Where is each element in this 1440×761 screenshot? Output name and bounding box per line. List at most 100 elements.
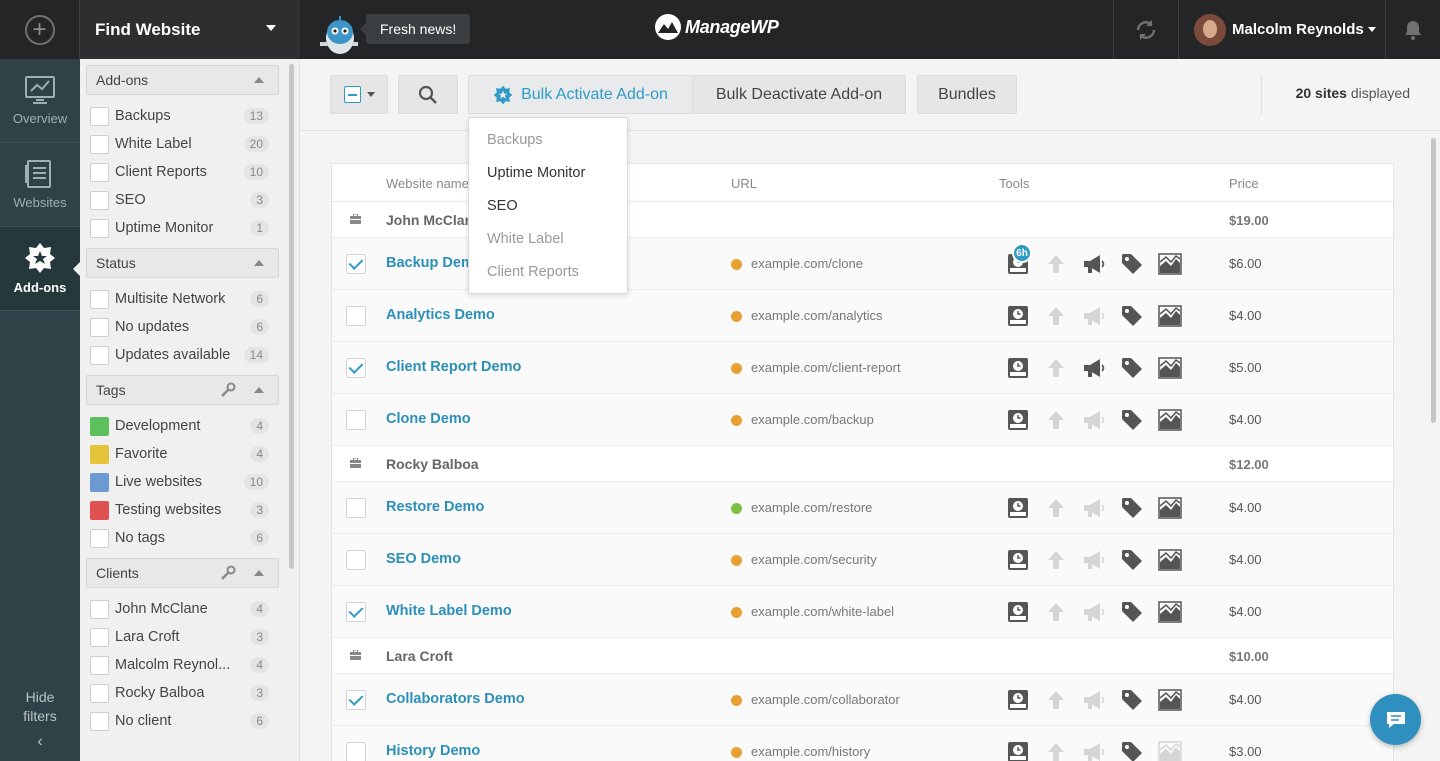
filter-checkbox[interactable]	[90, 134, 109, 154]
update-arrow-icon[interactable]	[1037, 407, 1075, 433]
analytics-chart-icon[interactable]	[1151, 355, 1189, 381]
tag-icon[interactable]	[1113, 547, 1151, 573]
caret-up-icon[interactable]	[254, 77, 264, 83]
analytics-chart-icon[interactable]	[1151, 251, 1189, 277]
tag-icon[interactable]	[1113, 687, 1151, 713]
website-name-link[interactable]: Clone Demo	[386, 411, 471, 427]
filter-item[interactable]: No client 6	[90, 707, 299, 735]
tag-icon[interactable]	[1113, 599, 1151, 625]
megaphone-icon[interactable]	[1075, 355, 1113, 381]
website-url[interactable]: example.com/restore	[751, 500, 872, 515]
website-name-link[interactable]: SEO Demo	[386, 551, 461, 567]
caret-up-icon[interactable]	[254, 570, 264, 576]
notifications-button[interactable]	[1385, 0, 1440, 59]
filter-checkbox[interactable]	[90, 711, 109, 731]
website-name-link[interactable]: Analytics Demo	[386, 307, 495, 323]
analytics-chart-icon[interactable]	[1151, 495, 1189, 521]
col-price[interactable]: Price	[1229, 176, 1259, 191]
website-name-link[interactable]: White Label Demo	[386, 603, 512, 619]
bulk-deactivate-addon-button[interactable]: Bulk Deactivate Add-on	[692, 75, 906, 114]
megaphone-icon[interactable]	[1075, 687, 1113, 713]
dropdown-item[interactable]: SEO	[469, 190, 627, 223]
chat-button[interactable]	[1370, 694, 1421, 745]
website-url[interactable]: example.com/white-label	[751, 604, 894, 619]
filter-item[interactable]: Malcolm Reynol... 4	[90, 651, 299, 679]
tag-color-swatch[interactable]	[90, 444, 109, 464]
row-checkbox[interactable]	[346, 358, 366, 378]
backup-history-icon[interactable]: 6h	[999, 243, 1037, 277]
website-url[interactable]: example.com/collaborator	[751, 692, 900, 707]
nav-overview[interactable]: Overview	[0, 59, 80, 143]
filter-checkbox[interactable]	[90, 528, 109, 548]
website-url[interactable]: example.com/backup	[751, 412, 874, 427]
dropdown-item[interactable]: Backups	[469, 124, 627, 157]
row-checkbox[interactable]	[346, 742, 366, 761]
filter-item[interactable]: White Label 20	[90, 130, 299, 158]
update-arrow-icon[interactable]	[1037, 495, 1075, 521]
website-url[interactable]: example.com/analytics	[751, 308, 883, 323]
row-checkbox[interactable]	[346, 410, 366, 430]
caret-up-icon[interactable]	[254, 387, 264, 393]
filter-checkbox[interactable]	[90, 317, 109, 337]
filter-checkbox[interactable]	[90, 655, 109, 675]
analytics-chart-icon[interactable]	[1151, 687, 1189, 713]
backup-history-icon[interactable]	[999, 495, 1037, 521]
website-url[interactable]: example.com/clone	[751, 256, 863, 271]
backup-history-icon[interactable]	[999, 303, 1037, 329]
user-menu[interactable]: Malcolm Reynolds	[1180, 0, 1385, 59]
filter-item[interactable]: Updates available 14	[90, 341, 299, 369]
update-arrow-icon[interactable]	[1037, 687, 1075, 713]
tag-color-swatch[interactable]	[90, 472, 109, 492]
filter-item[interactable]: Client Reports 10	[90, 158, 299, 186]
hide-filters-button[interactable]: Hide filters ‹	[0, 688, 80, 751]
bulk-activate-addon-button[interactable]: Bulk Activate Add-on	[468, 75, 692, 114]
wrench-icon[interactable]	[220, 382, 236, 398]
filter-checkbox[interactable]	[90, 627, 109, 647]
filter-scrollbar[interactable]	[289, 64, 294, 569]
filter-item[interactable]: Multisite Network 6	[90, 285, 299, 313]
update-arrow-icon[interactable]	[1037, 303, 1075, 329]
megaphone-icon[interactable]	[1075, 303, 1113, 329]
analytics-chart-icon[interactable]	[1151, 547, 1189, 573]
backup-history-icon[interactable]	[999, 355, 1037, 381]
bundles-button[interactable]: Bundles	[917, 75, 1017, 114]
refresh-button[interactable]	[1113, 0, 1179, 59]
update-arrow-icon[interactable]	[1037, 739, 1075, 761]
find-website-dropdown[interactable]: Find Website	[80, 0, 300, 59]
dropdown-item[interactable]: Uptime Monitor	[469, 157, 627, 190]
tag-icon[interactable]	[1113, 355, 1151, 381]
tag-color-swatch[interactable]	[90, 416, 109, 436]
filter-header-addons[interactable]: Add-ons	[86, 65, 279, 95]
website-url[interactable]: example.com/security	[751, 552, 877, 567]
filter-item[interactable]: SEO 3	[90, 186, 299, 214]
filter-item[interactable]: John McClane 4	[90, 595, 299, 623]
filter-checkbox[interactable]	[90, 106, 109, 126]
filter-item[interactable]: Rocky Balboa 3	[90, 679, 299, 707]
filter-header-status[interactable]: Status	[86, 248, 279, 278]
dropdown-item[interactable]: White Label	[469, 223, 627, 256]
nav-websites[interactable]: Websites	[0, 143, 80, 227]
search-button[interactable]	[398, 75, 458, 114]
update-arrow-icon[interactable]	[1037, 251, 1075, 277]
robot-mascot-icon[interactable]	[312, 8, 362, 58]
wrench-icon[interactable]	[220, 565, 236, 581]
select-all-checkbox[interactable]	[343, 86, 361, 103]
select-all-dropdown[interactable]	[330, 75, 388, 114]
megaphone-icon[interactable]	[1075, 547, 1113, 573]
update-arrow-icon[interactable]	[1037, 547, 1075, 573]
caret-up-icon[interactable]	[254, 260, 264, 266]
megaphone-icon[interactable]	[1075, 495, 1113, 521]
row-checkbox[interactable]	[346, 690, 366, 710]
backup-history-icon[interactable]	[999, 739, 1037, 761]
backup-history-icon[interactable]	[999, 407, 1037, 433]
filter-item[interactable]: No updates 6	[90, 313, 299, 341]
filter-item[interactable]: Development 4	[90, 412, 299, 440]
update-arrow-icon[interactable]	[1037, 355, 1075, 381]
filter-item[interactable]: No tags 6	[90, 524, 299, 552]
backup-history-icon[interactable]	[999, 599, 1037, 625]
filter-checkbox[interactable]	[90, 218, 109, 238]
website-name-link[interactable]: History Demo	[386, 743, 480, 759]
row-checkbox[interactable]	[346, 254, 366, 274]
website-url[interactable]: example.com/client-report	[751, 360, 901, 375]
filter-item[interactable]: Uptime Monitor 1	[90, 214, 299, 242]
